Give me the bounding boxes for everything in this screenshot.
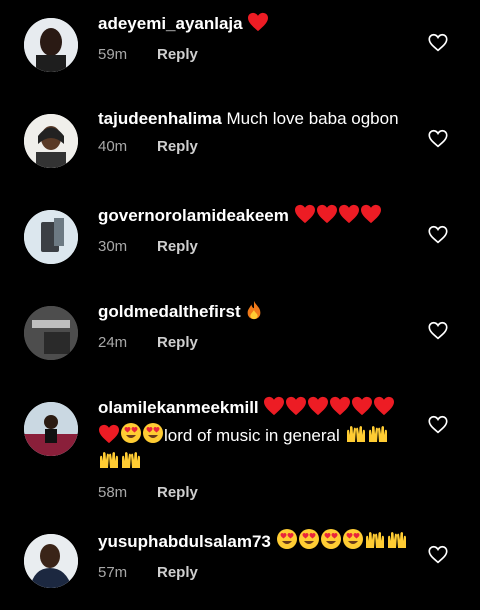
raised-hands-emoji [367,424,389,450]
username[interactable]: yusuphabdulsalam73 [98,532,271,551]
heart-eyes-emoji [276,528,298,556]
red-heart-emoji [360,204,382,230]
reply-button[interactable]: Reply [157,238,198,255]
timestamp: 24m [98,334,128,351]
heart-outline-icon[interactable] [427,224,449,246]
heart-outline-icon[interactable] [427,544,449,566]
heart-outline-icon[interactable] [427,320,449,342]
timestamp: 30m [98,238,128,255]
red-heart-emoji [329,396,351,422]
timestamp: 57m [98,564,128,581]
reply-button[interactable]: Reply [157,46,198,63]
timestamp: 58m [98,484,128,501]
reply-button[interactable]: Reply [157,564,198,581]
heart-eyes-emoji [120,422,142,450]
reply-button[interactable]: Reply [157,334,198,351]
fire-emoji [245,300,263,326]
avatar[interactable] [24,534,78,588]
heart-eyes-emoji [342,528,364,556]
raised-hands-emoji [345,424,367,450]
raised-hands-emoji [364,530,386,556]
red-heart-emoji [373,396,395,422]
timestamp: 40m [98,138,128,155]
heart-outline-icon[interactable] [427,128,449,150]
red-heart-emoji [338,204,360,230]
red-heart-emoji [294,204,316,230]
reply-button[interactable]: Reply [157,484,198,501]
red-heart-emoji [247,12,269,38]
heart-eyes-emoji [142,422,164,450]
avatar[interactable] [24,210,78,264]
username[interactable]: goldmedalthefirst [98,302,241,321]
avatar[interactable] [24,18,78,72]
timestamp: 59m [98,46,128,63]
username[interactable]: tajudeenhalima [98,109,222,128]
username[interactable]: governorolamideakeem [98,206,289,225]
avatar[interactable] [24,114,78,168]
red-heart-emoji [307,396,329,422]
red-heart-emoji [351,396,373,422]
red-heart-emoji [316,204,338,230]
raised-hands-emoji [120,450,142,476]
username[interactable]: olamilekanmeekmill [98,398,259,417]
raised-hands-emoji [386,530,408,556]
username[interactable]: adeyemi_ayanlaja [98,14,243,33]
comment-text: lord of music in general [164,426,340,445]
heart-outline-icon[interactable] [427,414,449,436]
heart-eyes-emoji [298,528,320,556]
heart-eyes-emoji [320,528,342,556]
red-heart-emoji [263,396,285,422]
avatar[interactable] [24,306,78,360]
reply-button[interactable]: Reply [157,138,198,155]
raised-hands-emoji [98,450,120,476]
red-heart-emoji [285,396,307,422]
red-heart-emoji [98,424,120,450]
comment-text: Much love baba ogbon [226,109,399,128]
avatar[interactable] [24,402,78,456]
heart-outline-icon[interactable] [427,32,449,54]
